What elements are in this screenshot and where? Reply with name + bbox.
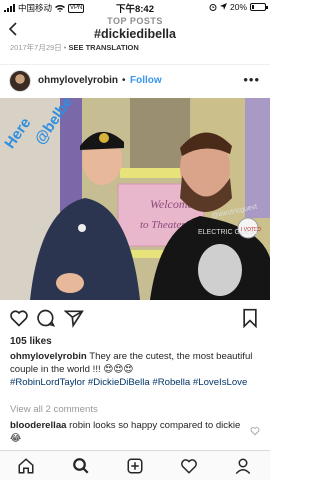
post-caption: ohmylovelyrobin They are the cutest, the… — [10, 350, 262, 389]
top-bar: TOP POSTS #dickiedibella — [0, 14, 270, 44]
alarm-icon — [209, 4, 217, 11]
bottom-navigation — [0, 450, 270, 480]
photo-illustration: Welcome to Theater! Here @belbe I VOTED … — [0, 98, 270, 300]
like-heart-icon[interactable] — [9, 308, 29, 328]
view-all-comments-link[interactable]: View all 2 comments — [10, 404, 98, 415]
caption-username[interactable]: ohmylovelyrobin — [10, 351, 87, 362]
separator-dot: • — [122, 75, 126, 86]
follow-button[interactable]: Follow — [130, 75, 162, 86]
profile-icon[interactable] — [234, 457, 252, 475]
svg-text:ELECTRIC GUEST: ELECTRIC GUEST — [198, 229, 259, 236]
battery-percent: 20% — [229, 2, 247, 12]
header-subtitle: TOP POSTS — [107, 16, 163, 26]
status-right: 20% — [209, 2, 268, 12]
see-translation-link[interactable]: SEE TRANSLATION — [69, 43, 139, 52]
add-post-icon[interactable] — [126, 457, 144, 475]
bookmark-icon[interactable] — [240, 308, 260, 328]
caption-hashtags[interactable]: #RobinLordTaylor #DickieDiBella #Robella… — [10, 376, 262, 389]
avatar[interactable] — [9, 70, 31, 92]
activity-heart-icon[interactable] — [180, 457, 198, 475]
comment-icon[interactable] — [36, 308, 56, 328]
battery-icon — [250, 3, 268, 11]
search-icon[interactable] — [72, 457, 90, 475]
location-icon — [219, 3, 227, 10]
previous-post-footer: 2017年7月29日 • SEE TRANSLATION — [10, 43, 139, 52]
previous-post-date: 2017年7月29日 — [10, 43, 62, 52]
home-icon[interactable] — [17, 457, 35, 475]
comment-item: blooderellaa robin looks so happy compar… — [10, 419, 246, 445]
post-photo[interactable]: Welcome to Theater! Here @belbe I VOTED … — [0, 98, 270, 300]
action-bar — [0, 306, 270, 332]
likes-count[interactable]: 105 likes — [10, 336, 52, 347]
share-icon[interactable] — [64, 308, 84, 328]
more-options-icon[interactable]: ••• — [243, 72, 260, 87]
comment-like-heart-icon[interactable] — [250, 426, 260, 436]
status-bar: 中国移动 VPN 下午8:42 20% — [0, 0, 270, 15]
post-username[interactable]: ohmylovelyrobin — [38, 75, 118, 86]
post-header: ohmylovelyrobin • Follow ••• — [0, 64, 270, 96]
comment-username[interactable]: blooderellaa — [10, 420, 67, 431]
page-title: #dickiedibella — [94, 27, 176, 41]
